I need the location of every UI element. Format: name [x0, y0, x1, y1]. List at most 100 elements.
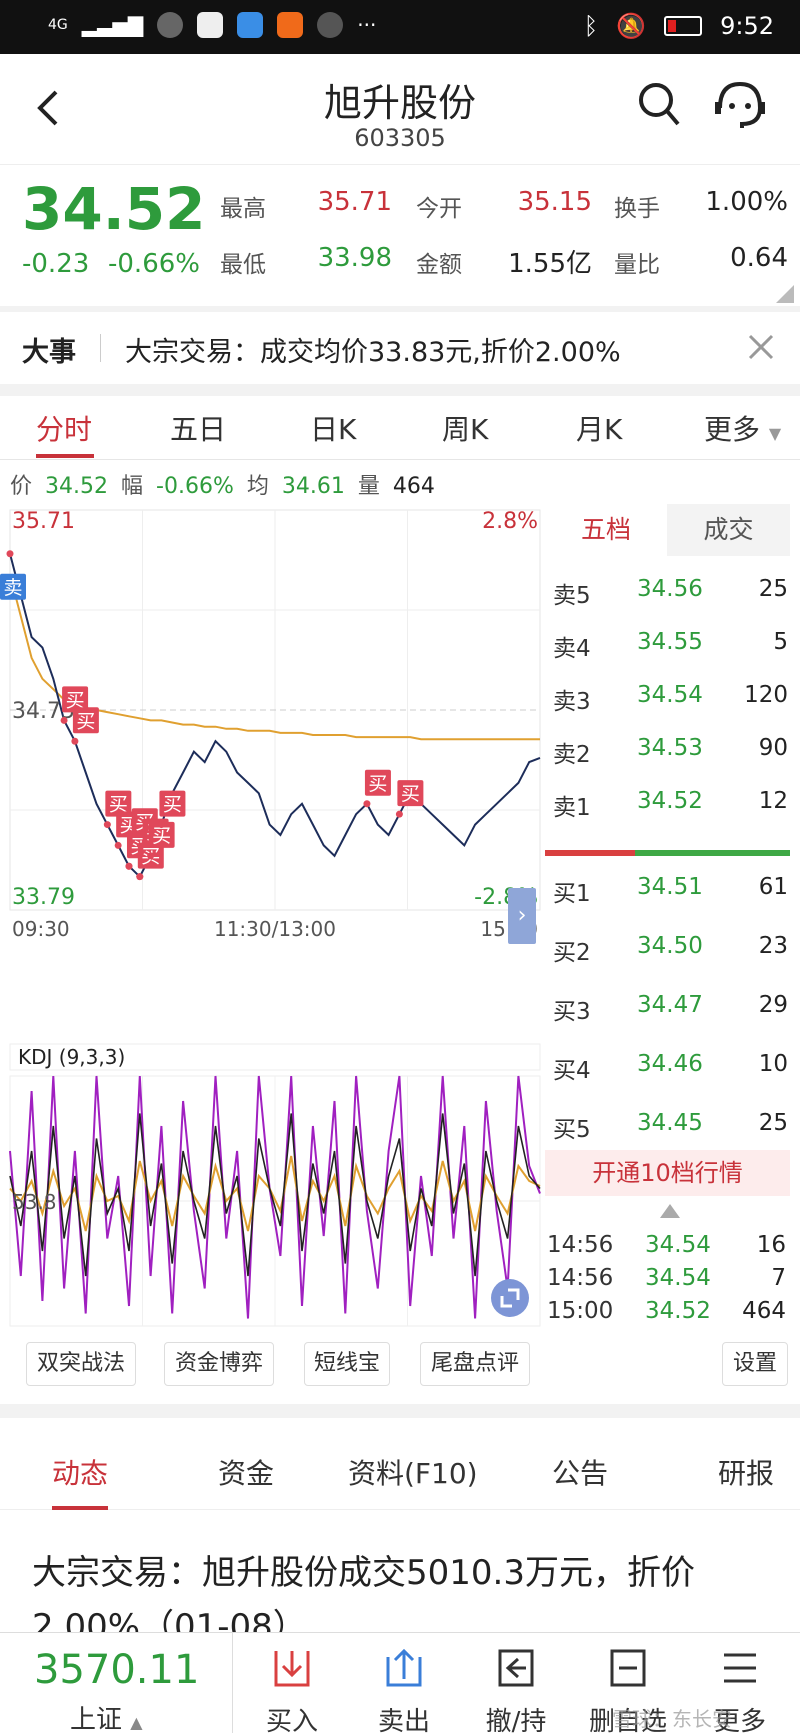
capital-game-button[interactable]: 资金博弈 [164, 1342, 274, 1386]
strategy-button[interactable]: 双突战法 [26, 1342, 136, 1386]
amount-value: 1.55亿 [508, 249, 592, 279]
level-price: 34.55 [637, 629, 703, 655]
settings-button[interactable]: 设置 [722, 1342, 788, 1386]
short-term-button[interactable]: 短线宝 [304, 1342, 390, 1386]
tick-time: 14:56 [547, 1265, 614, 1291]
bid-row[interactable]: 买4 34.46 10 [545, 1045, 790, 1085]
tick-price: 34.54 [645, 1232, 711, 1258]
index-name-label: 上证 [70, 1705, 123, 1733]
price-change-pct: -0.66% [108, 249, 200, 279]
event-tag: 大事 [22, 337, 76, 368]
major-event-banner[interactable]: 大事 大宗交易：成交均价33.83元,折价2.00% [0, 312, 800, 384]
tab-profile[interactable]: 资料(F10) [348, 1452, 478, 1492]
remove-icon [610, 1649, 646, 1687]
ask-row[interactable]: 卖5 34.56 25 [545, 570, 790, 610]
level-price: 34.54 [637, 682, 703, 708]
info-avg-label: 均 [246, 474, 269, 499]
kdj-level-label: 53.8 [12, 1190, 57, 1214]
search-icon[interactable] [636, 80, 682, 130]
ask-row[interactable]: 卖1 34.52 12 [545, 782, 790, 822]
ask-row[interactable]: 卖4 34.55 5 [545, 623, 790, 663]
status-bar: 4G ▂▃▅▇ ··· ᛒ 🔕 9:52 [0, 0, 800, 54]
bluetooth-icon: ᛒ [583, 12, 599, 40]
upgrade-depth-button[interactable]: 开通10档行情 [545, 1150, 790, 1196]
chevron-right-icon[interactable]: › [508, 888, 536, 944]
battery-icon [664, 16, 703, 36]
cancel-label: 撤/持 [485, 1707, 547, 1733]
tab-order-levels[interactable]: 五档 [545, 504, 667, 556]
level-volume: 90 [758, 735, 788, 761]
info-price: 34.52 [45, 474, 108, 499]
tab-more[interactable]: 更多 ▼ [704, 408, 781, 448]
open-value: 35.15 [517, 187, 592, 217]
divider [0, 1404, 800, 1418]
trade-marker-dot [125, 862, 133, 870]
ask-row[interactable]: 卖3 34.54 120 [545, 676, 790, 716]
level-name: 买3 [553, 999, 591, 1025]
mail-app-icon [237, 12, 264, 38]
tab-monthly-k[interactable]: 月K [576, 408, 622, 448]
app-root: 4G ▂▃▅▇ ··· ᛒ 🔕 9:52 旭升股份 603305 34.52 -… [0, 0, 800, 1733]
tab-trade-ticks[interactable]: 成交 [667, 504, 790, 556]
level-volume: 12 [758, 788, 788, 814]
x-tick-label: 11:30/13:00 [214, 917, 336, 941]
info-price-label: 价 [10, 474, 33, 499]
trade-marker-label: 买 [163, 794, 182, 816]
ask-row[interactable]: 卖2 34.53 90 [545, 729, 790, 769]
info-range-label: 幅 [121, 474, 144, 499]
trade-marker-dot [60, 716, 68, 724]
mute-icon: 🔕 [616, 12, 647, 40]
chart-tabs: 分时 五日 日K 周K 月K 更多 ▼ [0, 396, 800, 460]
tick-volume: 16 [756, 1232, 786, 1258]
volume-ratio-value: 0.64 [730, 243, 788, 273]
bid-row[interactable]: 买1 34.51 61 [545, 868, 790, 908]
info-vol-label: 量 [357, 474, 380, 499]
trade-marker-dot [71, 737, 79, 745]
trade-marker-dot [395, 810, 403, 818]
caret-up-icon[interactable] [660, 1204, 680, 1218]
level-name: 卖4 [553, 636, 591, 662]
info-range: -0.66% [156, 474, 234, 499]
trade-marker-label: 买 [152, 825, 171, 847]
tab-intraday[interactable]: 分时 [36, 408, 92, 448]
trade-marker-dot [6, 550, 14, 558]
index-name[interactable]: 上证 ▲ [70, 1699, 143, 1733]
tick-price: 34.52 [645, 1298, 711, 1324]
sell-label: 卖出 [377, 1707, 430, 1733]
sell-icon [386, 1648, 422, 1687]
info-avg: 34.61 [281, 474, 345, 499]
intraday-chart[interactable]: 35.7134.7533.792.8%-2.8%09:30 11:30/13:00… [0, 500, 545, 1040]
high-value: 35.71 [317, 187, 392, 217]
expand-corner-icon[interactable] [776, 285, 794, 303]
car-app-icon [317, 12, 344, 38]
index-value[interactable]: 3570.11 [34, 1647, 199, 1693]
bid-row[interactable]: 买2 34.50 23 [545, 927, 790, 967]
tab-funds[interactable]: 资金 [218, 1452, 274, 1492]
kdj-chart[interactable]: KDJ (9,3,3) 53.8 [0, 1040, 545, 1330]
tab-daily-k[interactable]: 日K [310, 408, 356, 448]
low-value: 33.98 [317, 243, 392, 273]
close-icon[interactable] [746, 332, 776, 362]
bid-row[interactable]: 买3 34.47 29 [545, 986, 790, 1026]
trade-marker-dot [103, 821, 111, 829]
tab-more-label: 更多 [704, 413, 761, 446]
tab-dynamics[interactable]: 动态 [52, 1452, 108, 1492]
customer-service-icon[interactable] [712, 78, 768, 134]
tick-row: 14:56 34.54 16 [545, 1232, 790, 1264]
tab-research[interactable]: 研报 [718, 1452, 774, 1492]
level-volume: 25 [758, 576, 788, 602]
level-volume: 61 [758, 874, 788, 900]
tab-five-day[interactable]: 五日 [170, 408, 226, 448]
trade-marker-label: 卖 [3, 577, 22, 599]
info-vol: 464 [392, 474, 435, 499]
level-volume: 5 [773, 629, 788, 655]
ask-bid-ratio-green [635, 850, 790, 856]
tab-announcements[interactable]: 公告 [552, 1452, 608, 1492]
tab-weekly-k[interactable]: 周K [442, 408, 488, 448]
closing-review-button[interactable]: 尾盘点评 [420, 1342, 530, 1386]
level-price: 34.53 [637, 735, 703, 761]
bid-row[interactable]: 买5 34.45 25 [545, 1104, 790, 1144]
fullscreen-icon[interactable] [490, 1278, 530, 1318]
tick-time: 15:00 [547, 1298, 614, 1324]
caret-up-icon: ▲ [130, 1713, 143, 1732]
